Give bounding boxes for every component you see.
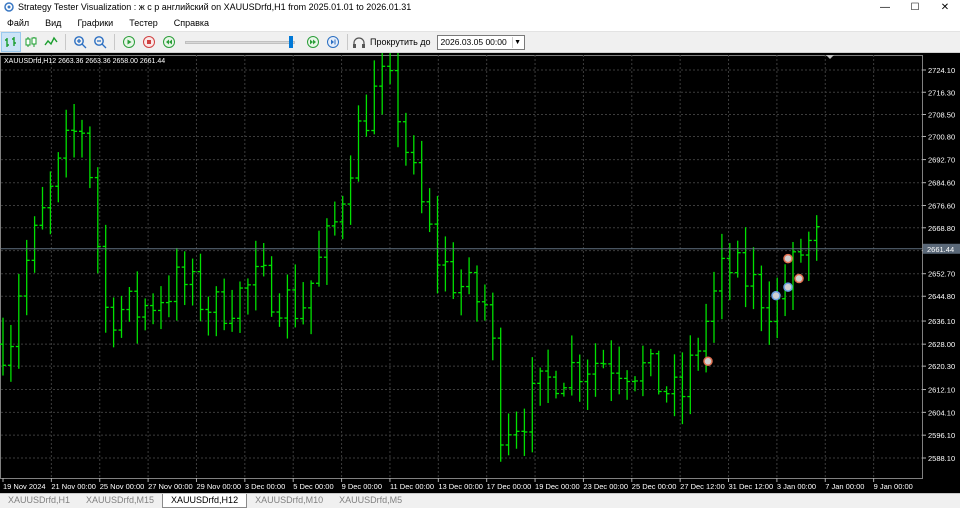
trade-marker-icon [783,253,793,264]
candlestick-button[interactable] [21,32,41,52]
price-tick-label: 2676.60 [928,202,955,211]
time-tick-label: 31 Dec 12:00 [729,482,774,491]
current-price-label: 2661.44 [927,245,954,254]
time-tick-label: 17 Dec 00:00 [487,482,532,491]
time-tick-label: 27 Nov 00:00 [148,482,193,491]
tab-xauusd-h1[interactable]: XAUUSDrfd,H1 [0,494,78,508]
time-tick-label: 3 Dec 00:00 [245,482,285,491]
price-tick-label: 2668.80 [928,224,955,233]
price-tick-label: 2604.10 [928,408,955,417]
goto-date-picker[interactable]: 2026.03.05 00:00 ▼ [436,34,525,50]
trade-marker-icon [794,273,804,284]
trade-marker-icon [703,356,713,367]
time-tick-label: 9 Jan 00:00 [874,482,913,491]
speed-slider-thumb[interactable] [289,36,293,48]
tab-xauusd-h12[interactable]: XAUUSDrfd,H12 [162,494,248,508]
price-tick-label: 2620.30 [928,362,955,371]
price-tick-label: 2644.80 [928,292,955,301]
rewind-button[interactable] [159,32,179,52]
menu-bar: Файл Вид Графики Тестер Справка [0,14,960,31]
zoom-out-icon [94,36,107,49]
stop-icon [143,36,155,48]
price-tick-label: 2588.10 [928,454,955,463]
price-tick-label: 2708.50 [928,111,955,120]
price-tick-label: 2700.80 [928,132,955,141]
time-tick-label: 21 Nov 00:00 [51,482,96,491]
minimize-button[interactable]: — [870,0,900,14]
menu-view[interactable]: Вид [38,18,70,28]
time-tick-label: 7 Jan 00:00 [825,482,864,491]
price-tick-label: 2612.10 [928,386,955,395]
window-title: Strategy Tester Visualization : ж с р ан… [18,2,412,12]
toolbar-separator [65,34,66,50]
time-tick-label: 25 Dec 00:00 [632,482,677,491]
menu-charts[interactable]: Графики [70,18,122,28]
goto-label: Прокрутить до [370,37,431,47]
title-bar: Strategy Tester Visualization : ж с р ан… [0,0,960,14]
price-tick-label: 2716.30 [928,88,955,97]
menu-tester[interactable]: Тестер [122,18,167,28]
step-icon [327,36,339,48]
time-tick-label: 25 Nov 00:00 [100,482,145,491]
menu-help[interactable]: Справка [167,18,218,28]
price-tick-label: 2636.10 [928,317,955,326]
trade-marker-icon [771,290,781,301]
candlestick-icon [25,37,37,47]
chevron-down-icon[interactable]: ▼ [511,36,523,48]
play-icon [123,36,135,48]
app-icon [4,2,14,12]
plot-frame [0,55,923,479]
time-tick-label: 3 Jan 00:00 [777,482,816,491]
time-tick-label: 27 Dec 12:00 [680,482,725,491]
line-chart-icon [44,36,58,46]
chart-info-label: XAUUSDrfd,H12 2663.36 2663.36 2658.00 26… [4,58,165,65]
tab-xauusd-m5[interactable]: XAUUSDrfd,M5 [331,494,410,508]
rewind-icon [163,36,175,48]
price-tick-label: 2596.10 [928,431,955,440]
toolbar-separator [347,34,348,50]
time-tick-label: 9 Dec 00:00 [342,482,382,491]
time-tick-label: 29 Nov 00:00 [196,482,241,491]
bar-chart-icon [5,37,16,47]
price-tick-label: 2724.10 [928,66,955,75]
zoom-out-button[interactable] [90,32,110,52]
chart-canvas[interactable]: 2724.10 2716.30 2708.50 2700.80 2692.70 2684.… [0,41,960,493]
toolbar: Прокрутить до 2026.03.05 00:00 ▼ [0,31,960,53]
trade-marker-icon [783,282,793,292]
bar-chart-button[interactable] [1,32,21,52]
price-tick-label: 2692.70 [928,156,955,165]
time-tick-label: 13 Dec 00:00 [438,482,483,491]
menu-file[interactable]: Файл [0,18,38,28]
time-tick-label: 23 Dec 00:00 [583,482,628,491]
fast-forward-button[interactable] [303,32,323,52]
tab-xauusd-m10[interactable]: XAUUSDrfd,M10 [247,494,331,508]
stop-button[interactable] [139,32,159,52]
line-chart-button[interactable] [41,32,61,52]
time-tick-label: 11 Dec 00:00 [390,482,434,491]
goto-date-value: 2026.03.05 00:00 [440,37,507,47]
chart-shift-icon [826,55,834,59]
step-button[interactable] [323,32,343,52]
maximize-button[interactable]: ☐ [900,0,930,14]
play-button[interactable] [119,32,139,52]
price-tick-label: 2652.70 [928,270,955,279]
speed-slider-track [185,41,295,44]
time-tick-label: 19 Nov 2024 [3,482,46,491]
price-chart[interactable]: 2724.10 2716.30 2708.50 2700.80 2692.70 2684.… [0,41,960,493]
close-button[interactable]: ✕ [930,0,960,14]
fast-forward-icon [307,36,319,48]
toolbar-separator [114,34,115,50]
chart-tabs: XAUUSDrfd,H1 XAUUSDrfd,M15 XAUUSDrfd,H12… [0,493,960,508]
time-tick-label: 19 Dec 00:00 [535,482,580,491]
speed-slider[interactable] [185,36,297,48]
zoom-in-icon [74,36,87,49]
price-tick-label: 2628.00 [928,340,955,349]
headphones-icon [353,36,365,48]
time-tick-label: 5 Dec 00:00 [293,482,333,491]
zoom-in-button[interactable] [70,32,90,52]
tab-xauusd-m15[interactable]: XAUUSDrfd,M15 [78,494,162,508]
price-tick-label: 2684.60 [928,179,955,188]
